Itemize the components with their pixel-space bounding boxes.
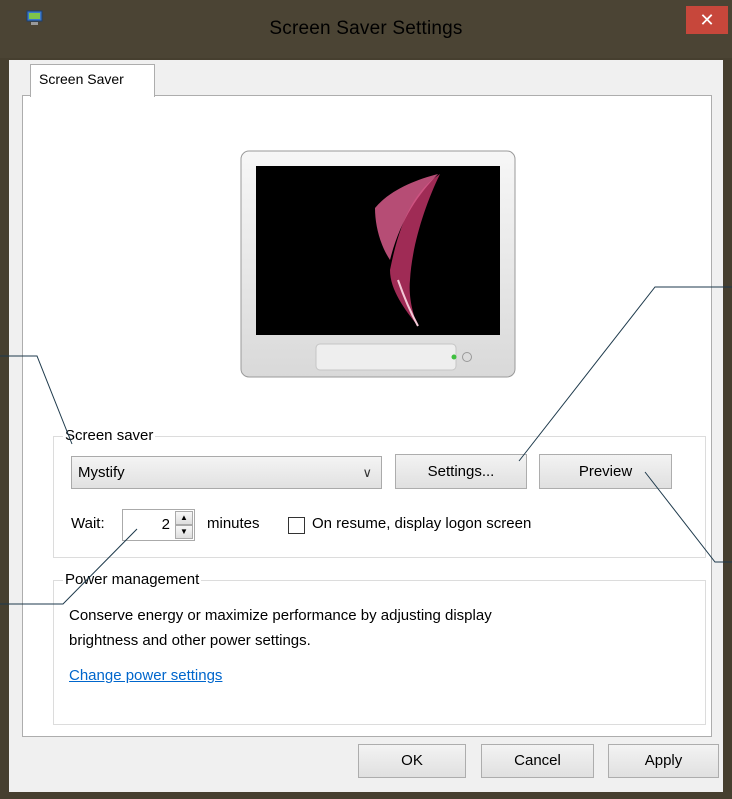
screen-saver-select[interactable]: Mystify ∨ [71,456,382,489]
ok-button[interactable]: OK [358,744,466,778]
power-management-group [53,580,706,725]
preview-button[interactable]: Preview [539,454,672,489]
change-power-settings-link[interactable]: Change power settings [69,667,222,684]
window-title: Screen Saver Settings [269,18,463,39]
spin-up-icon[interactable]: ▲ [175,511,193,525]
close-button[interactable]: ✕ [686,6,728,34]
wait-spin-buttons: ▲ ▼ [175,511,193,539]
apply-button[interactable]: Apply [608,744,719,778]
wait-spinner[interactable]: 2 ▲ ▼ [122,509,195,541]
spin-down-icon[interactable]: ▼ [175,525,193,539]
settings-button[interactable]: Settings... [395,454,527,489]
dialog-client: Screen Saver Screen saver Mystify ∨ Sett… [9,60,723,792]
power-management-group-label: Power management [63,571,202,588]
resume-checkbox[interactable] [288,517,305,534]
monitor-preview [240,150,516,378]
tab-panel: Screen saver Mystify ∨ Settings... Previ… [22,95,712,737]
power-description-line2: brightness and other power settings. [69,632,311,649]
resume-label[interactable]: On resume, display logon screen [312,515,531,532]
cancel-button[interactable]: Cancel [481,744,594,778]
wait-label: Wait: [71,515,105,532]
wait-value[interactable]: 2 [162,516,170,533]
power-description-line1: Conserve energy or maximize performance … [69,607,492,624]
dialog-window: Screen Saver Settings ✕ Screen Saver Scr… [0,0,732,799]
minutes-label: minutes [207,515,260,532]
screen-saver-group-label: Screen saver [63,427,156,444]
screen-saver-selected: Mystify [78,464,125,481]
tab-screen-saver[interactable]: Screen Saver [30,64,155,97]
chevron-down-icon: ∨ [362,465,372,480]
title-bar[interactable]: Screen Saver Settings ✕ [0,0,732,58]
